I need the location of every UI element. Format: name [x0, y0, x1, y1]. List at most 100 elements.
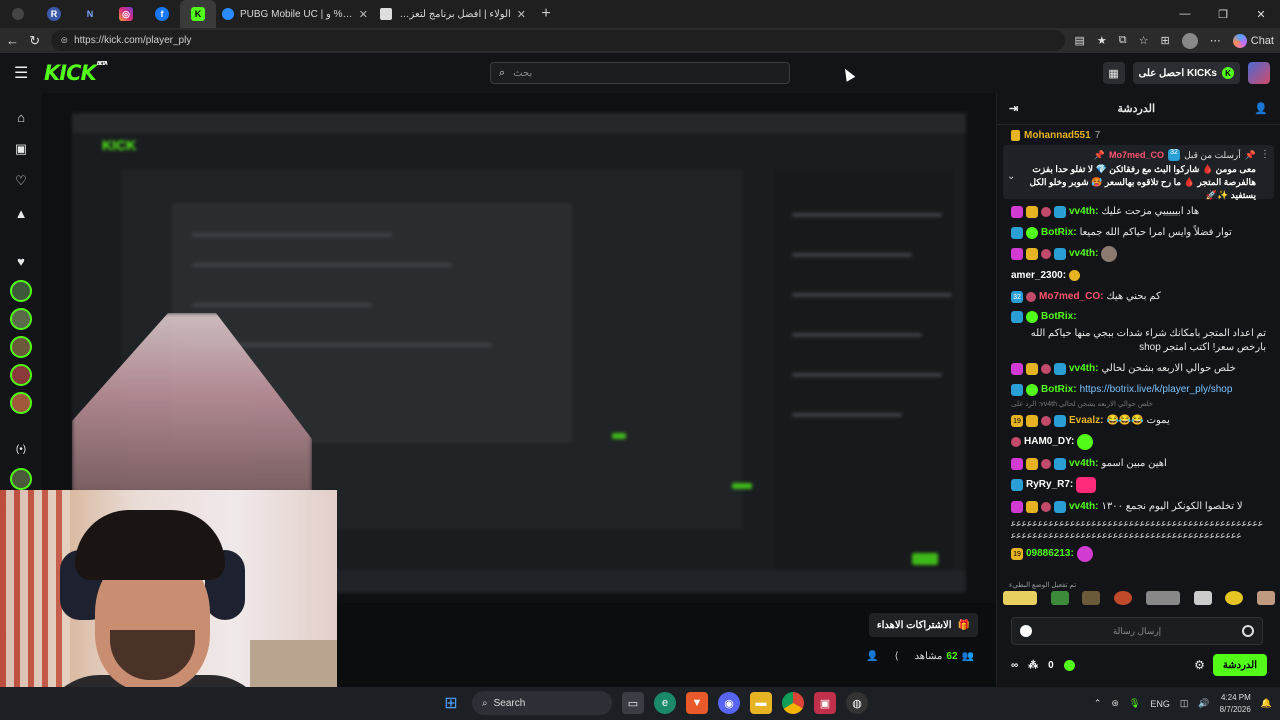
tab-facebook[interactable]: f: [144, 0, 180, 28]
tab-pubg[interactable]: PUBG Mobile UC | خصم 10% و ✕: [216, 0, 374, 28]
get-kicks-button[interactable]: احصل على KICKs K: [1132, 62, 1240, 84]
chat-send-button[interactable]: الدردشة: [1212, 654, 1267, 676]
layout-icon[interactable]: ▦: [1102, 62, 1125, 84]
live-signal-icon[interactable]: (•): [9, 437, 33, 461]
profile-avatar[interactable]: [1181, 32, 1198, 49]
close-window-button[interactable]: ✕: [1242, 0, 1280, 28]
chat-username[interactable]: vv4th:: [1069, 500, 1098, 514]
chat-username[interactable]: RyRy_R7:: [1026, 478, 1073, 492]
speaker-icon[interactable]: 🔊: [1198, 698, 1209, 709]
task-view-icon[interactable]: ▭: [622, 692, 644, 714]
chat-username[interactable]: vv4th:: [1069, 247, 1098, 261]
chrome-icon[interactable]: [782, 692, 804, 714]
chat-username[interactable]: BotRix:: [1041, 310, 1077, 324]
follow-user-icon[interactable]: 👤: [866, 651, 878, 662]
search-input[interactable]: ⌕ بحث: [490, 62, 790, 84]
channel-avatar[interactable]: [10, 392, 32, 414]
users-dots-icon[interactable]: ⁂: [1028, 660, 1038, 671]
edge-icon[interactable]: e: [654, 692, 676, 714]
chat-username[interactable]: vv4th:: [1069, 362, 1098, 376]
language-indicator[interactable]: ENG: [1150, 699, 1170, 709]
controller-icon[interactable]: ⊛: [1111, 698, 1119, 709]
notifications-icon[interactable]: 🔔: [1261, 698, 1272, 709]
new-tab-button[interactable]: +: [532, 5, 560, 23]
hamburger-menu-icon[interactable]: ☰: [14, 63, 38, 83]
discord-icon[interactable]: ◉: [718, 692, 740, 714]
favorites-heart-icon[interactable]: ♥: [9, 249, 33, 273]
file-explorer-icon[interactable]: ▬: [750, 692, 772, 714]
more-menu-icon[interactable]: ⋯: [1210, 34, 1221, 47]
chat-username[interactable]: BotRix:: [1041, 383, 1077, 397]
collections-icon[interactable]: ⊞: [1161, 34, 1170, 47]
wifi-icon[interactable]: ◫: [1180, 698, 1189, 709]
tab-close-icon[interactable]: ✕: [517, 8, 526, 21]
emote-icon[interactable]: [1145, 591, 1180, 605]
home-icon[interactable]: ⌂: [9, 105, 33, 129]
url-field[interactable]: ⊜ https://kick.com/player_ply: [50, 30, 1065, 51]
brave-icon[interactable]: ▼: [686, 692, 708, 714]
gear-icon[interactable]: ⚙: [1194, 658, 1205, 672]
chat-username[interactable]: 09886213:: [1026, 547, 1074, 561]
taskbar-search[interactable]: ⌕ Search: [472, 691, 612, 715]
emoji-picker-icon[interactable]: [1020, 625, 1032, 637]
channel-avatar[interactable]: [10, 336, 32, 358]
tab-instagram[interactable]: ◎: [108, 0, 144, 28]
minimize-button[interactable]: —: [1166, 0, 1204, 28]
pinned-more-icon[interactable]: ⋮: [1260, 149, 1270, 160]
tab-2[interactable]: R: [36, 0, 72, 28]
emote-icon[interactable]: [1082, 591, 1101, 605]
channel-avatar[interactable]: [10, 280, 32, 302]
channel-avatar[interactable]: [10, 468, 32, 490]
app-icon[interactable]: ▣: [814, 692, 836, 714]
back-button[interactable]: ←: [6, 33, 19, 48]
chat-users-icon[interactable]: 👤: [1254, 102, 1268, 115]
tab-kick-active[interactable]: K: [180, 0, 216, 28]
chat-input[interactable]: إرسال رسالة: [1011, 617, 1263, 645]
chat-username[interactable]: vv4th:: [1069, 457, 1098, 471]
maximize-button[interactable]: ❐: [1204, 0, 1242, 28]
collapse-chat-icon[interactable]: ⇥: [1009, 102, 1018, 115]
extensions-icon[interactable]: ⧉: [1119, 34, 1127, 47]
pinned-expand-icon[interactable]: ⌄: [1007, 171, 1015, 182]
channel-avatar[interactable]: [10, 308, 32, 330]
following-icon[interactable]: ♡: [9, 169, 33, 193]
tab-loyalty[interactable]: الولاء | أفضل برنامج لتعزيز البث المباشر…: [374, 0, 532, 28]
chat-username[interactable]: BotRix:: [1041, 226, 1077, 240]
obs-icon[interactable]: ◍: [846, 692, 868, 714]
favorites-icon[interactable]: ☆: [1139, 34, 1149, 47]
microphone-icon[interactable]: 🎙: [1129, 698, 1140, 709]
copilot-chat-button[interactable]: Chat: [1232, 33, 1274, 48]
pinned-username[interactable]: Mo7med_CO: [1109, 150, 1164, 160]
chat-username[interactable]: HAM0_DY:: [1024, 435, 1074, 449]
emote-icon[interactable]: [1114, 591, 1133, 605]
emote-icon[interactable]: [1256, 591, 1275, 605]
tab-close-icon[interactable]: ✕: [359, 8, 368, 21]
channel-avatar[interactable]: [10, 364, 32, 386]
chat-username[interactable]: amer_2300:: [1011, 269, 1066, 283]
kick-logo[interactable]: KICKBETA: [44, 61, 108, 85]
emote-icon[interactable]: [1050, 591, 1069, 605]
chat-link[interactable]: https://botrix.live/k/player_ply/shop: [1080, 383, 1233, 397]
chat-username[interactable]: vv4th:: [1069, 205, 1098, 219]
favorite-star-icon[interactable]: ★: [1097, 34, 1107, 47]
chat-username[interactable]: Mo7med_CO:: [1039, 290, 1103, 304]
chevron-up-icon[interactable]: ⌃: [1094, 698, 1102, 709]
chat-username[interactable]: Evaalz:: [1069, 414, 1103, 428]
refresh-button[interactable]: ↻: [29, 33, 41, 49]
gift-subs-button[interactable]: الاشتراكات الاهداء 🎁: [868, 613, 978, 637]
emote-icon[interactable]: [1003, 591, 1037, 605]
emote-icon[interactable]: [1225, 591, 1244, 605]
leaderboard-icon[interactable]: ▲: [9, 201, 33, 225]
emote-icon[interactable]: [1193, 591, 1212, 605]
clock[interactable]: 4:24 PM 8/7/2026: [1220, 692, 1251, 716]
user-avatar[interactable]: [1248, 62, 1270, 84]
tab-1[interactable]: [0, 0, 36, 28]
site-info-icon[interactable]: ⊜: [61, 35, 69, 46]
emote-icon[interactable]: [1242, 625, 1254, 637]
reading-view-icon[interactable]: ▤: [1075, 34, 1085, 47]
share-icon[interactable]: ⟨: [895, 651, 899, 662]
chat-username[interactable]: Mohannad551: [1024, 130, 1091, 141]
browse-icon[interactable]: ▣: [9, 137, 33, 161]
infinity-icon[interactable]: ∞: [1011, 660, 1018, 671]
windows-start-icon[interactable]: ⊞: [440, 692, 462, 714]
